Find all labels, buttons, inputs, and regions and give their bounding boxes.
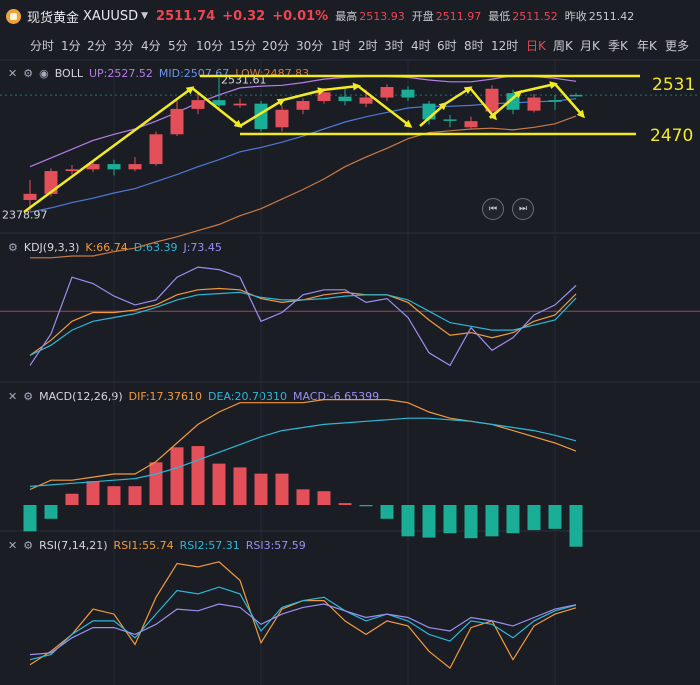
scroll-left-button[interactable]: ⏮ xyxy=(482,198,504,220)
boll-low-line xyxy=(30,115,577,259)
candle-body-12 xyxy=(275,109,289,128)
macd-bar-0 xyxy=(23,505,37,532)
candle-body-26 xyxy=(569,94,583,97)
macd-bar-1 xyxy=(44,505,58,519)
macd-bar-17 xyxy=(380,505,394,519)
candle-body-17 xyxy=(380,87,394,98)
trend-arrow-4 xyxy=(322,82,361,92)
macd-bar-4 xyxy=(107,486,121,505)
candle-body-25 xyxy=(548,100,562,102)
macd-bar-15 xyxy=(338,503,352,505)
macd-bar-21 xyxy=(464,505,478,539)
macd-bar-20 xyxy=(443,505,457,534)
scroll-right-button[interactable]: ⏭ xyxy=(512,198,534,220)
candle-body-4 xyxy=(107,164,121,170)
kdj-d-line xyxy=(29,291,577,356)
candle-body-13 xyxy=(296,101,310,110)
macd-bar-23 xyxy=(506,505,520,534)
macd-bar-2 xyxy=(65,493,79,505)
macd-bar-14 xyxy=(317,491,331,505)
macd-bar-25 xyxy=(548,505,562,529)
support-label: 2470 xyxy=(650,126,693,146)
macd-bar-11 xyxy=(254,473,268,505)
macd-bar-3 xyxy=(86,481,100,505)
candle-body-1 xyxy=(44,171,58,194)
macd-dif-line xyxy=(29,399,577,491)
candle-body-21 xyxy=(464,121,478,128)
candle-body-14 xyxy=(317,92,331,102)
macd-bar-6 xyxy=(149,462,163,505)
candle-body-7 xyxy=(170,108,184,135)
macd-bar-26 xyxy=(569,505,583,547)
macd-bar-16 xyxy=(359,505,373,507)
macd-bar-9 xyxy=(212,463,226,505)
candle-body-15 xyxy=(338,96,352,102)
macd-bar-8 xyxy=(191,446,205,505)
rsi1-line xyxy=(29,561,577,670)
kdj-k-line xyxy=(29,287,577,356)
candle-body-10 xyxy=(233,103,247,106)
macd-bar-22 xyxy=(485,505,499,537)
rsi3-line xyxy=(29,603,577,656)
macd-bar-13 xyxy=(296,489,310,505)
candle-body-8 xyxy=(191,100,205,109)
macd-dea-line xyxy=(29,417,577,487)
rsi2-line xyxy=(29,586,577,661)
candle-body-24 xyxy=(527,97,541,111)
candle-body-5 xyxy=(128,164,142,170)
macd-bar-12 xyxy=(275,473,289,505)
resistance-label: 2531 xyxy=(652,75,695,95)
chart-canvas[interactable]: 2531.612378.9725312470 xyxy=(0,0,700,685)
candle-body-0 xyxy=(23,193,37,200)
trend-arrow-7 xyxy=(444,86,473,106)
macd-bar-7 xyxy=(170,447,184,505)
candle-body-6 xyxy=(149,134,163,165)
candle-body-20 xyxy=(443,119,457,121)
trend-arrow-10 xyxy=(519,81,558,94)
macd-bar-19 xyxy=(422,505,436,538)
macd-bar-5 xyxy=(128,486,142,505)
macd-bar-10 xyxy=(233,467,247,505)
kdj-j-line xyxy=(29,266,577,367)
candle-body-16 xyxy=(359,97,373,104)
candle-body-18 xyxy=(401,89,415,98)
trend-arrow-0 xyxy=(23,86,195,214)
macd-bar-18 xyxy=(401,505,415,537)
candle-body-2 xyxy=(65,169,79,172)
macd-bar-24 xyxy=(527,505,541,531)
